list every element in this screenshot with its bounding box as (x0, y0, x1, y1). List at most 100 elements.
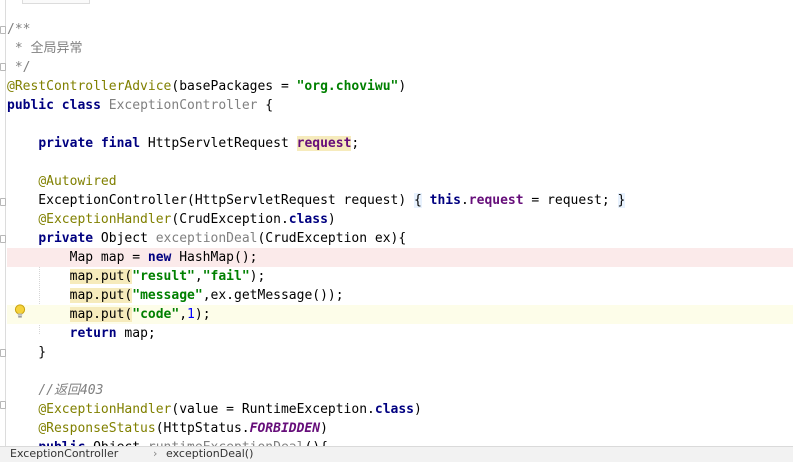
code-token: Map map = (7, 250, 148, 265)
code-token: } (617, 193, 626, 208)
code-token: ) (320, 421, 328, 436)
code-line[interactable]: public class ExceptionController { (7, 96, 793, 115)
code-line[interactable]: private Object exceptionDeal(CrudExcepti… (7, 229, 793, 248)
code-token: request (468, 193, 524, 208)
code-line[interactable] (7, 115, 793, 134)
code-line[interactable]: map.put("message",ex.getMessage()); (7, 286, 793, 305)
code-token: Object (93, 231, 156, 246)
code-token: ExceptionController(HttpServletRequest r… (7, 193, 414, 208)
code-token: ) (414, 402, 422, 417)
code-token: (value = RuntimeException. (171, 402, 375, 417)
code-line[interactable] (7, 153, 793, 172)
code-line[interactable]: //返回403 (7, 381, 793, 400)
fold-marker-icon[interactable] (0, 348, 6, 357)
code-token: 1 (187, 307, 195, 322)
code-token: map.put( (69, 307, 133, 322)
fold-marker-icon[interactable] (0, 62, 6, 71)
code-token: (HttpStatus. (155, 421, 250, 436)
code-line[interactable]: @RestControllerAdvice(basePackages = "or… (7, 77, 793, 96)
code-token: public (7, 98, 54, 113)
code-line[interactable]: map.put("result","fail"); (7, 267, 793, 286)
code-token: "result" (132, 269, 195, 284)
code-line[interactable]: } (7, 343, 793, 362)
code-token: * 全局异常 (7, 41, 83, 56)
code-token: HashMap(); (171, 250, 258, 265)
code-line[interactable]: @ResponseStatus(HttpStatus.FORBIDDEN) (7, 419, 793, 438)
code-line[interactable]: public Object runtimeExceptionDeal(){ (7, 438, 793, 446)
code-token: ) (398, 79, 407, 94)
code-token: HttpServletRequest (140, 136, 297, 151)
breadcrumb-separator: › (153, 447, 158, 460)
code-line[interactable]: Map map = new HashMap(); (7, 248, 793, 267)
fold-marker-icon[interactable] (0, 25, 6, 34)
code-token: (basePackages = (171, 79, 297, 94)
breadcrumb: ExceptionController › exceptionDeal() (0, 446, 793, 462)
code-editor[interactable]: /** * 全局异常 */ @RestControllerAdvice(baseP… (0, 0, 793, 446)
code-token: { (257, 98, 274, 113)
breadcrumb-method[interactable]: exceptionDeal() (166, 447, 253, 461)
code-token: ExceptionController (108, 98, 258, 113)
code-line[interactable]: ExceptionController(HttpServletRequest r… (7, 191, 793, 210)
code-token: . (460, 193, 469, 208)
breadcrumb-class[interactable]: ExceptionController (10, 447, 118, 461)
code-token: ) (327, 212, 336, 227)
code-line[interactable]: private final HttpServletRequest request… (7, 134, 793, 153)
code-line[interactable]: /** (7, 20, 793, 39)
code-line[interactable]: map.put("code",1); (7, 305, 793, 324)
code-line[interactable]: @Autowired (7, 172, 793, 191)
code-token: exceptionDeal (155, 231, 258, 246)
code-token: class (374, 402, 415, 417)
code-token: this (429, 193, 461, 208)
fold-marker-icon[interactable] (0, 400, 6, 409)
code-token: class (288, 212, 328, 227)
code-token: "message" (132, 288, 203, 303)
code-line[interactable]: return map; (7, 324, 793, 343)
code-token: //返回403 (38, 383, 104, 398)
code-line[interactable]: */ (7, 58, 793, 77)
editor-gutter[interactable] (0, 0, 6, 446)
code-token: return (69, 326, 117, 341)
code-token: request (296, 136, 352, 151)
code-token: class (61, 98, 101, 113)
lightbulb-icon[interactable] (14, 304, 26, 319)
code-line[interactable]: @ExceptionHandler(value = RuntimeExcepti… (7, 400, 793, 419)
code-token: @ExceptionHandler (38, 212, 172, 227)
fold-marker-icon[interactable] (0, 234, 6, 243)
code-token: */ (7, 60, 31, 75)
code-token: ,ex.getMessage()); (202, 288, 344, 303)
fold-marker-icon[interactable] (0, 197, 6, 206)
code-token: private (38, 231, 94, 246)
code-token: FORBIDDEN (249, 421, 321, 436)
code-token: "org.choviwu" (296, 79, 399, 94)
code-token: map.put( (69, 288, 133, 303)
code-token: new (147, 250, 172, 265)
code-token: @ExceptionHandler (38, 402, 172, 417)
code-token: (CrudException. (171, 212, 289, 227)
code-token: ; (351, 136, 360, 151)
code-line[interactable]: * 全局异常 (7, 39, 793, 58)
code-token: "code" (132, 307, 180, 322)
code-line[interactable]: @ExceptionHandler(CrudException.class) (7, 210, 793, 229)
code-line[interactable] (7, 362, 793, 381)
code-token: , (194, 269, 203, 284)
code-token: map.put( (69, 269, 133, 284)
code-token: ); (249, 269, 266, 284)
editor-tab-remnant (22, 0, 90, 4)
code-token: , (179, 307, 188, 322)
code-token: { (414, 193, 422, 208)
code-token: "fail" (202, 269, 250, 284)
code-token: (CrudException ex){ (257, 231, 407, 246)
code-token: @Autowired (38, 174, 117, 189)
code-token: @RestControllerAdvice (7, 79, 172, 94)
